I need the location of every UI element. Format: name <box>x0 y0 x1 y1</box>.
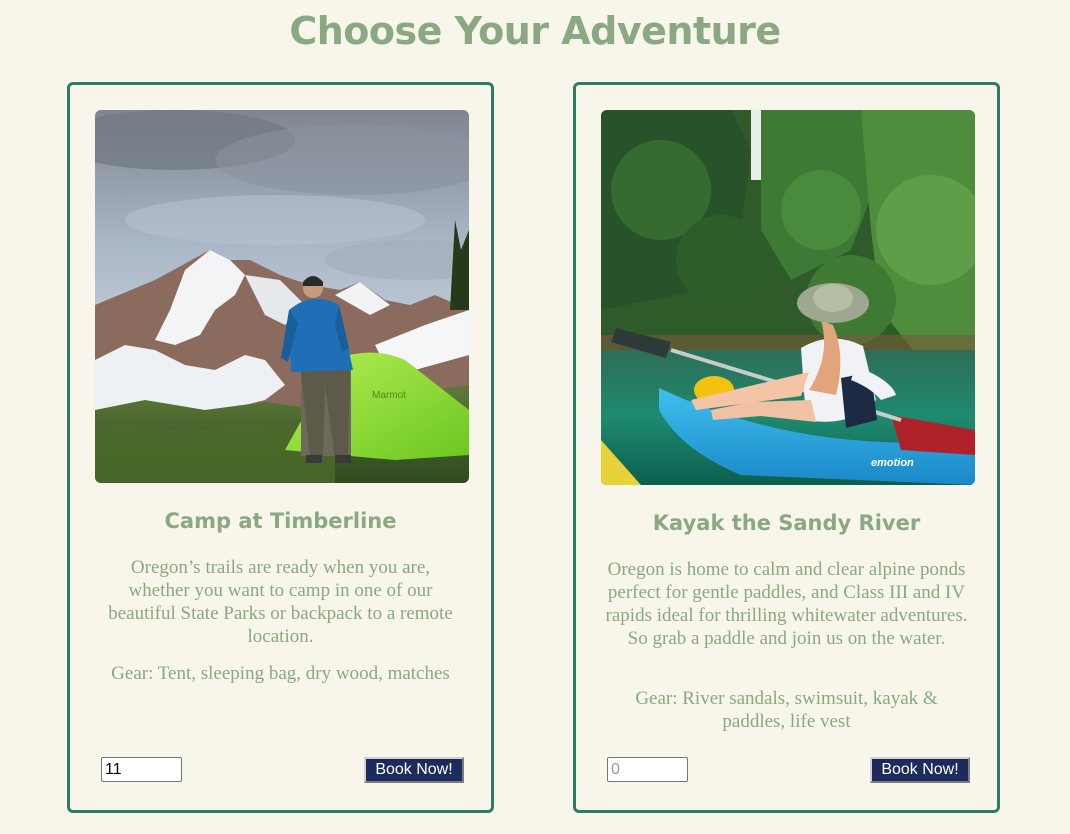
camping-card-title: Camp at Timberline <box>164 509 397 533</box>
kayak-photo: emotion <box>601 110 975 485</box>
kayak-quantity-input[interactable] <box>607 757 688 782</box>
camping-book-button[interactable]: Book Now! <box>364 757 464 783</box>
kayak-book-button[interactable]: Book Now! <box>870 757 970 783</box>
tent-brand-label: Marmot <box>372 390 406 401</box>
kayak-card-gear: Gear: River sandals, swimsuit, kayak & p… <box>635 688 938 732</box>
camping-photo: Marmot <box>95 110 469 483</box>
camping-photo-image: Marmot <box>95 110 469 483</box>
adventure-card-kayak: emotion Kayak the Sandy River Oregon is … <box>573 82 1000 813</box>
camping-card-gear: Gear: Tent, sleeping bag, dry wood, matc… <box>111 663 450 684</box>
kayak-photo-image: emotion <box>601 110 975 485</box>
adventure-card-camping: Marmot Camp at Timberline Oregon’s trail… <box>67 82 494 813</box>
page-title: Choose Your Adventure <box>289 9 781 53</box>
kayak-card-description: Oregon is home to calm and clear alpine … <box>605 559 968 649</box>
kayak-brand-label: emotion <box>871 457 914 469</box>
camping-card-description: Oregon’s trails are ready when you are, … <box>108 557 453 647</box>
camping-quantity-input[interactable] <box>101 757 182 782</box>
kayak-card-title: Kayak the Sandy River <box>652 511 921 535</box>
